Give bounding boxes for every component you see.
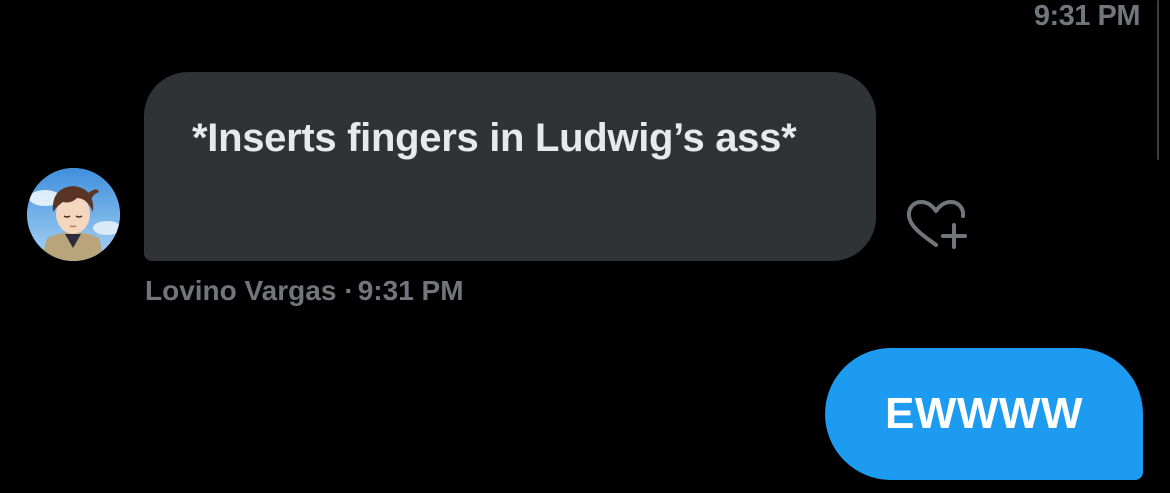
heart-plus-icon <box>906 200 967 249</box>
sent-message-text: EWWWW <box>885 389 1083 438</box>
received-message-time: 9:31 PM <box>357 275 464 306</box>
sender-name[interactable]: Lovino Vargas <box>145 275 336 306</box>
user-avatar-icon <box>27 168 120 261</box>
react-button[interactable] <box>903 197 969 253</box>
meta-separator: · <box>344 275 354 306</box>
received-message-text: *Inserts fingers in Ludwig’s ass* <box>192 116 797 160</box>
sent-message-bubble[interactable]: EWWWW <box>825 348 1143 480</box>
sender-avatar[interactable] <box>27 168 120 261</box>
scrollbar[interactable] <box>1157 0 1159 160</box>
received-message-bubble[interactable]: *Inserts fingers in Ludwig’s ass* <box>144 72 876 261</box>
message-timestamp: 9:31 PM <box>1033 0 1141 32</box>
sender-meta: Lovino Vargas · 9:31 PM <box>145 275 464 307</box>
dm-conversation: 9:31 PM *Inserts fingers in Ludwig’s ass <box>0 0 1170 493</box>
